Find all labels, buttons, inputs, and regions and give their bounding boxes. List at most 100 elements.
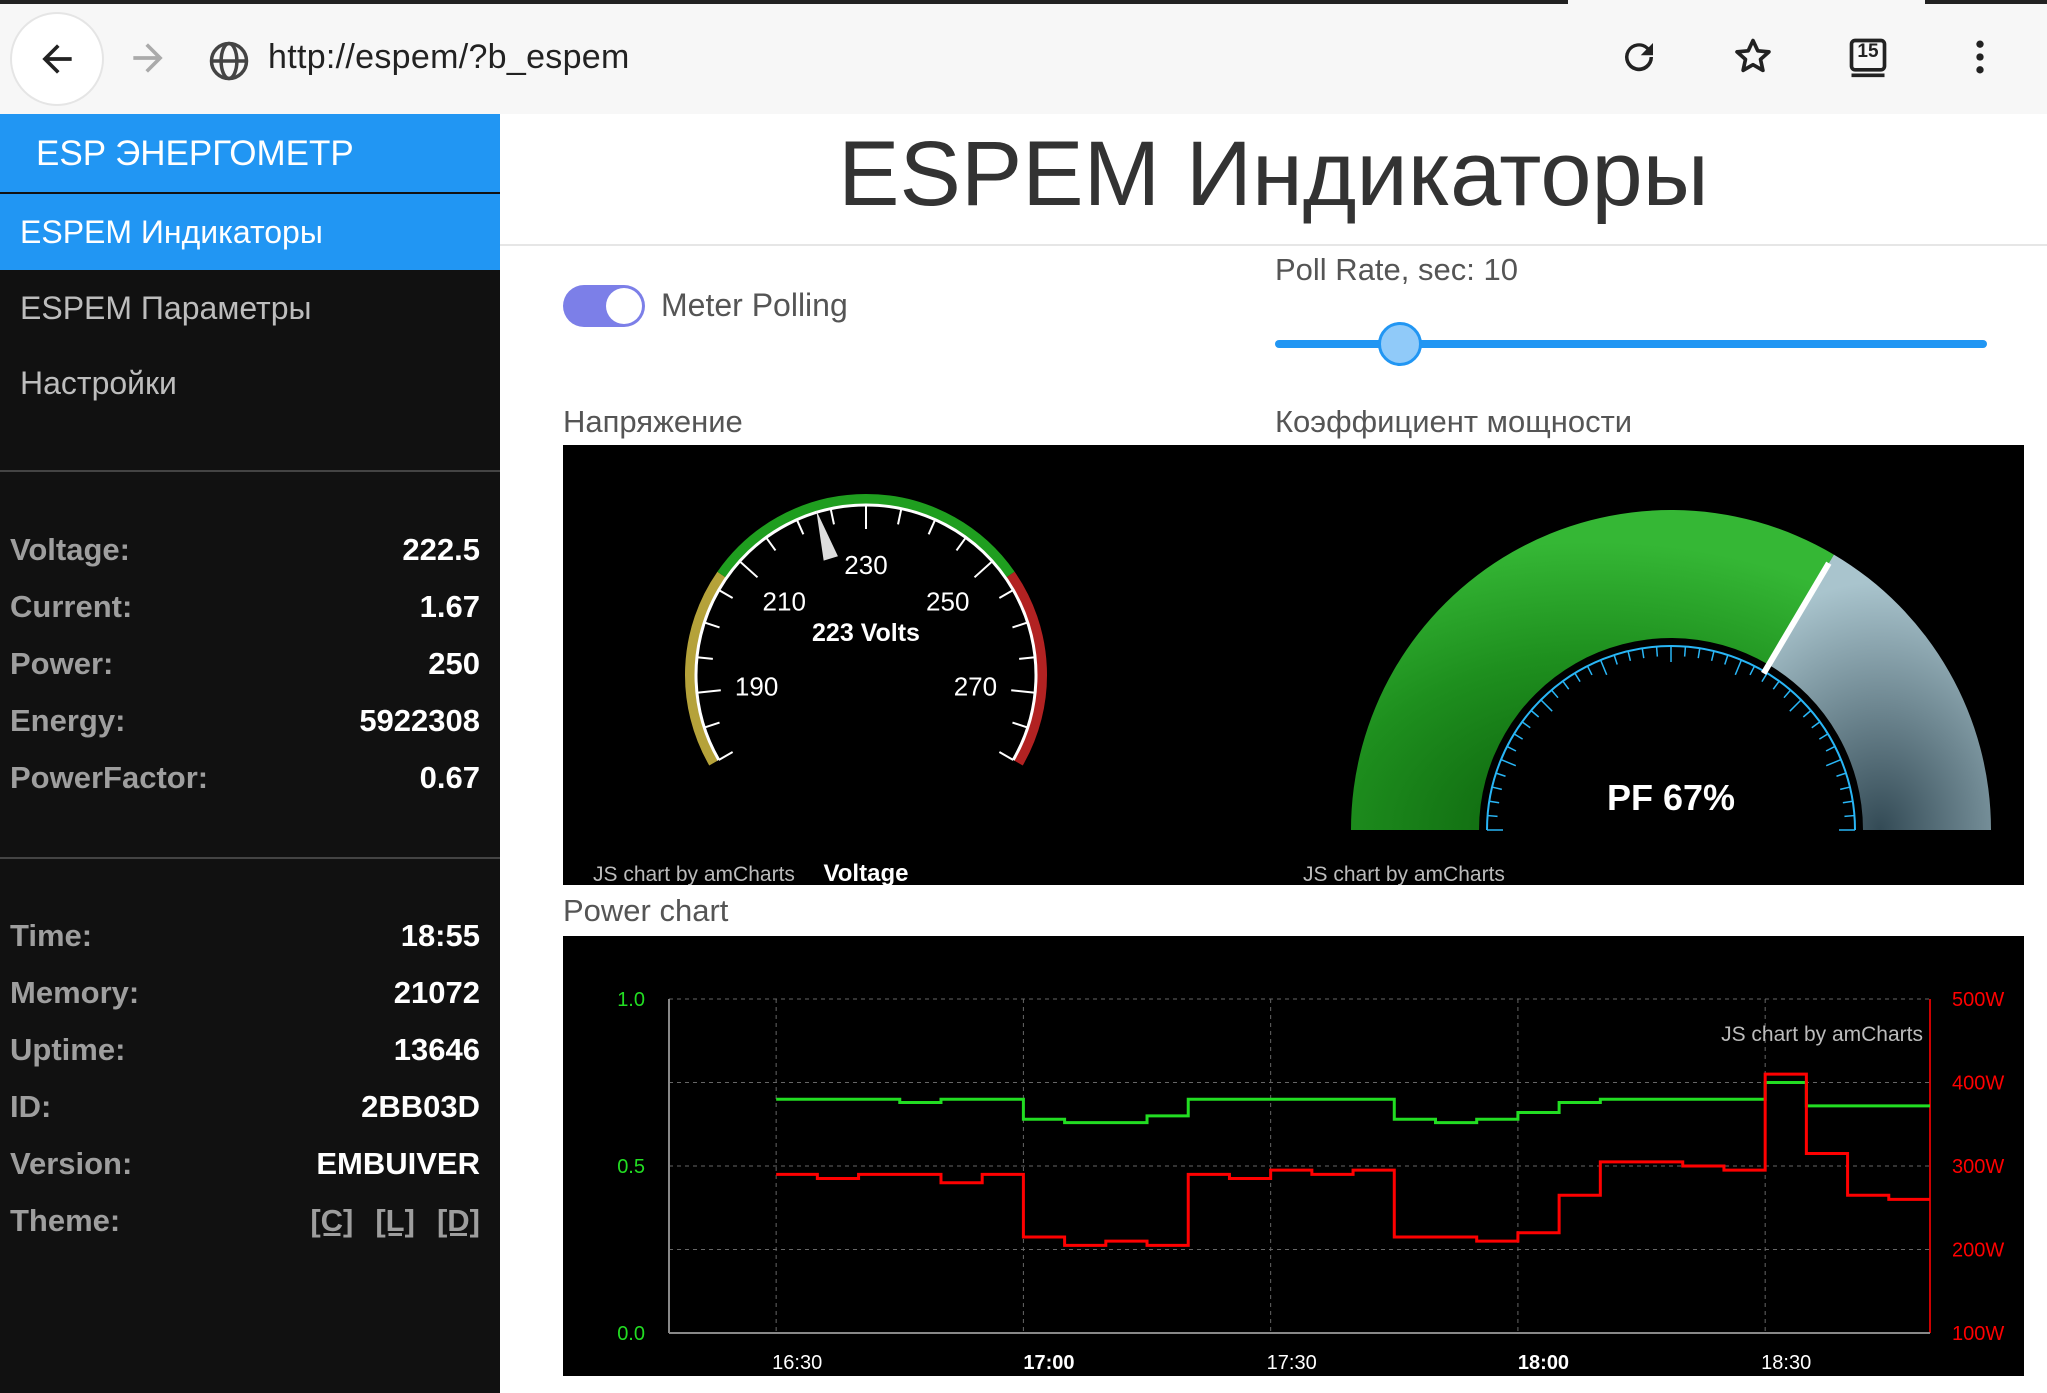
bookmark-button[interactable]: [1728, 32, 1778, 82]
y-right-tick-label: 300W: [1952, 1156, 2004, 1178]
x-tick-label: 17:00: [1023, 1352, 1074, 1374]
gauge-tick: [718, 751, 734, 761]
gauge-tick: [1012, 621, 1028, 629]
pf-tick: [1641, 648, 1645, 659]
pf-tick: [1655, 646, 1659, 657]
gauge-tick: [955, 536, 967, 551]
gauge-tick: [704, 621, 720, 629]
poll-rate-label: Poll Rate, sec: 10: [1275, 252, 1518, 287]
star-icon: [1735, 38, 1771, 73]
gauge-needle: [816, 510, 838, 561]
tabs-button[interactable]: 15: [1843, 32, 1893, 82]
stat-label: Energy:: [10, 703, 126, 738]
more-menu-button[interactable]: [1955, 32, 2005, 82]
meter-polling-label: Meter Polling: [661, 287, 848, 323]
gauge-tick: [738, 560, 759, 579]
pf-tick: [1749, 665, 1756, 676]
sidebar-divider: [0, 470, 500, 472]
poll-rate-slider-thumb[interactable]: [1378, 322, 1422, 366]
stat-label: Current:: [10, 589, 133, 624]
pf-tick: [1550, 689, 1559, 699]
chart-series: [776, 1072, 1930, 1247]
y-right-tick-label: 200W: [1952, 1240, 2004, 1262]
amcharts-credit[interactable]: JS chart by amCharts: [1303, 863, 1505, 886]
stat-value: 2BB03D: [361, 1089, 480, 1124]
stat-theme: Theme: [C] [L] [D]: [10, 1203, 480, 1253]
title-divider: [500, 244, 2047, 246]
page-load-progress-tail: [1925, 0, 2047, 4]
gauge-tick: [795, 519, 805, 535]
nav-item-settings[interactable]: Настройки: [0, 345, 500, 421]
gauge-tick-label: 210: [763, 586, 806, 616]
x-tick-label: 18:30: [1761, 1352, 1811, 1374]
pf-tick: [1586, 665, 1593, 676]
pf-tick: [1844, 814, 1855, 818]
stat-label: Voltage:: [10, 532, 130, 567]
pf-tick: [1710, 650, 1715, 661]
theme-link-light[interactable]: [L]: [375, 1203, 415, 1238]
stat-value: 13646: [393, 1032, 480, 1067]
gauges-panel: 190 210 230 250 270 223 Volts Voltage PF 67% J…: [563, 445, 2024, 887]
pf-tick: [1506, 745, 1517, 752]
globe-icon: [209, 41, 249, 81]
pf-tick: [1734, 659, 1743, 676]
pf-section-label: Коэффициент мощности: [1275, 404, 1633, 439]
pf-tick: [1683, 646, 1687, 657]
gauge-tick: [998, 589, 1014, 599]
y-right-tick-label: 100W: [1952, 1323, 2004, 1345]
amcharts-credit[interactable]: JS chart by amCharts: [1721, 1023, 1923, 1046]
y-right-tick-label: 500W: [1952, 989, 2004, 1011]
stat-powerfactor: PowerFactor: 0.67: [10, 760, 480, 810]
reload-button[interactable]: [1614, 32, 1664, 82]
power-chart-panel: 1.0 0.5 0.0 500W 400W 300W 200W 100W 16:30 17:00 1…: [563, 936, 2024, 1376]
gauge-tick: [1012, 721, 1028, 729]
pf-tick: [1818, 733, 1829, 740]
browser-toolbar: http://espem/?b_espem 15: [0, 0, 2047, 114]
nav-item-parameters[interactable]: ESPEM Параметры: [0, 270, 500, 346]
stat-label: Uptime:: [10, 1032, 126, 1067]
stat-value: 250: [428, 646, 480, 681]
chart-axes: 1.0 0.5 0.0 500W 400W 300W 200W 100W 16:30 17:00 1…: [617, 989, 2004, 1374]
gauge-tick: [927, 519, 937, 535]
amcharts-credit[interactable]: JS chart by amCharts: [593, 863, 795, 886]
pf-tick: [1613, 654, 1618, 665]
stat-label: ID:: [10, 1089, 52, 1124]
page-load-progress: [0, 0, 1568, 4]
voltage-section-label: Напряжение: [563, 404, 743, 439]
pf-tick: [1802, 709, 1812, 718]
page-title: ESPEM Индикаторы: [838, 123, 1709, 225]
pf-tick: [1840, 786, 1851, 791]
meter-polling-toggle[interactable]: [563, 285, 645, 327]
back-button[interactable]: [12, 14, 102, 104]
pf-tick: [1521, 721, 1531, 729]
gauge-tick: [1019, 656, 1036, 660]
gauge-tick-label: 270: [954, 671, 997, 701]
pf-value-label: PF 67%: [1607, 777, 1735, 818]
pf-tick: [1789, 699, 1802, 712]
nav-item-indicators[interactable]: ESPEM Индикаторы: [0, 194, 500, 270]
address-bar[interactable]: http://espem/?b_espem: [268, 38, 630, 77]
stat-value: 5922308: [359, 703, 480, 738]
toggle-knob: [606, 288, 642, 324]
gauge-tick: [696, 689, 721, 694]
brand-title[interactable]: ESP ЭНЕРГОМЕТР: [0, 114, 500, 192]
pf-tick: [1489, 800, 1500, 804]
back-arrow-icon: [42, 44, 72, 74]
stat-value: 21072: [393, 975, 480, 1010]
pf-tick: [1599, 659, 1608, 676]
pf-tick: [1772, 680, 1780, 690]
chart-grid: [669, 998, 1930, 1334]
power-factor-gauge: PF 67%: [1351, 510, 1991, 831]
theme-link-dark[interactable]: [D]: [437, 1203, 480, 1238]
gauge-tick-label: 190: [735, 671, 778, 701]
x-tick-label: 16:30: [772, 1352, 822, 1374]
gauge-tick: [696, 656, 713, 660]
stat-label: Theme:: [10, 1203, 121, 1238]
pf-tick: [1811, 721, 1821, 729]
forward-button[interactable]: [120, 30, 176, 86]
stat-id: ID: 2BB03D: [10, 1089, 480, 1139]
stat-label: Time:: [10, 918, 93, 953]
theme-link-classic[interactable]: [C]: [310, 1203, 353, 1238]
pf-tick: [1540, 699, 1553, 712]
stat-uptime: Uptime: 13646: [10, 1032, 480, 1082]
